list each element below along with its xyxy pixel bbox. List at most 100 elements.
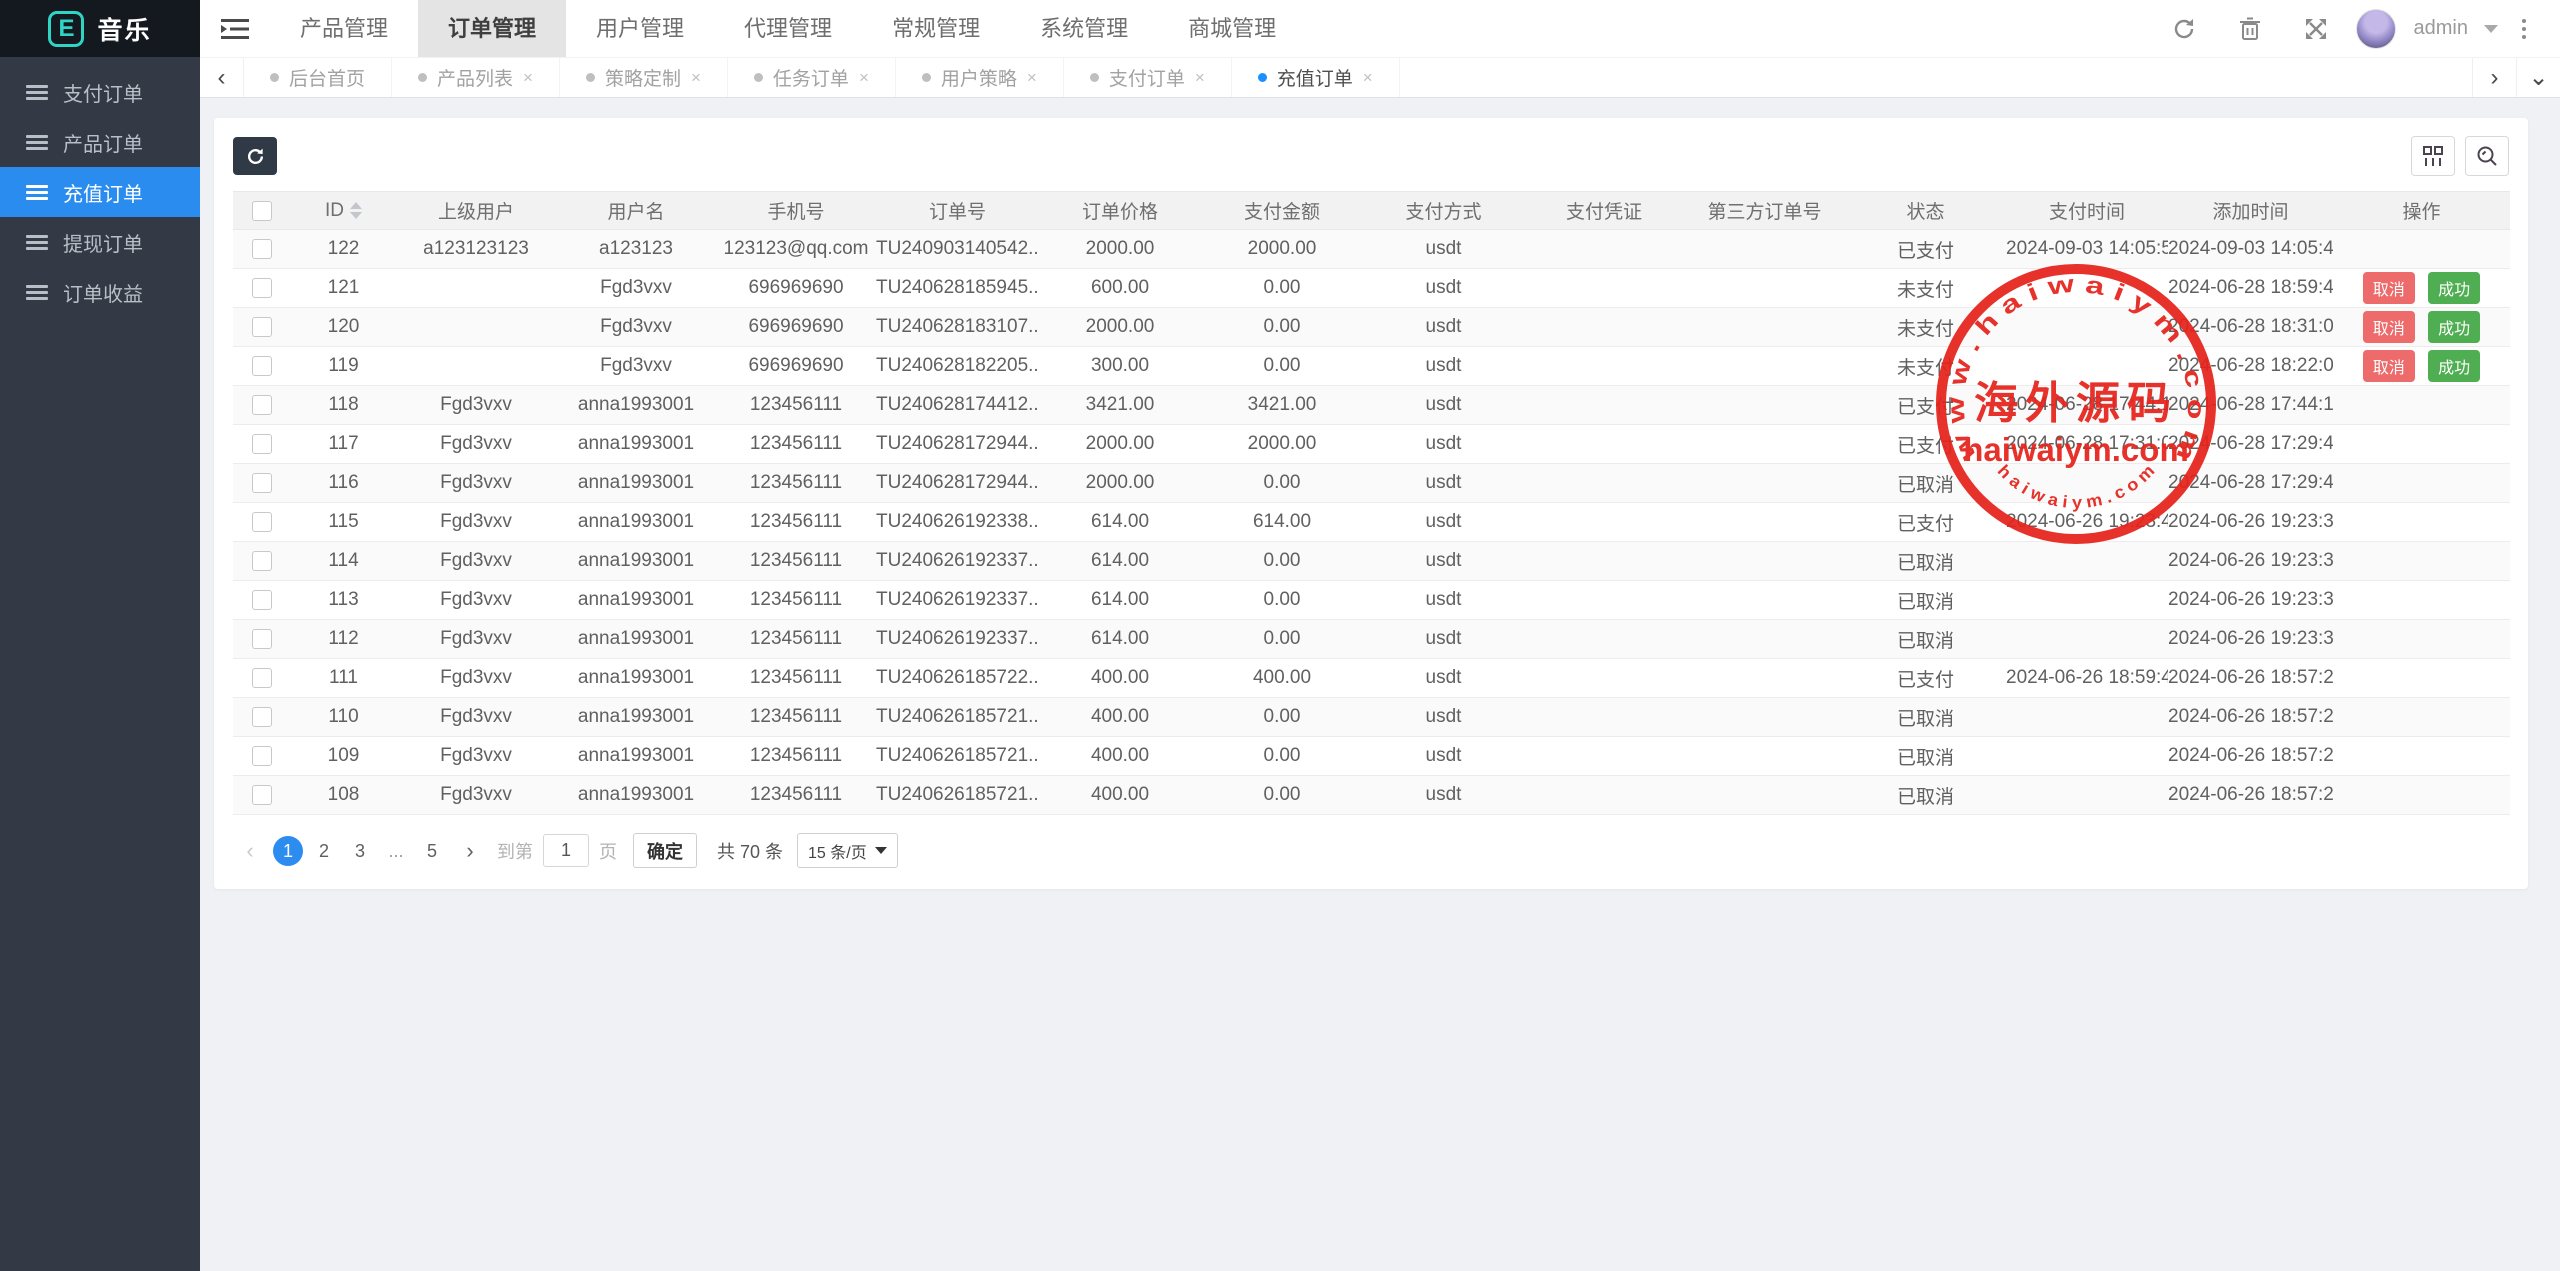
table-row: 117 Fgd3vxv anna1993001 123456111 TU2406…	[233, 425, 2510, 464]
cell-amount: 0.00	[1201, 698, 1363, 737]
sidebar-item[interactable]: 产品订单	[0, 117, 200, 167]
row-checkbox[interactable]	[252, 668, 272, 688]
cell-third-no	[1684, 386, 1845, 425]
select-all-checkbox[interactable]	[252, 201, 272, 221]
tab[interactable]: 任务订单 ×	[728, 58, 896, 97]
sidebar-item[interactable]: 提现订单	[0, 217, 200, 267]
tab[interactable]: 充值订单 ×	[1232, 58, 1400, 97]
tab[interactable]: 用户策略 ×	[896, 58, 1064, 97]
cell-phone: 123456111	[716, 386, 876, 425]
nav-item[interactable]: 用户管理	[566, 0, 714, 57]
cell-amount: 614.00	[1201, 503, 1363, 542]
success-button[interactable]: 成功	[2428, 311, 2480, 343]
tab[interactable]: 产品列表 ×	[392, 58, 560, 97]
row-checkbox[interactable]	[252, 317, 272, 337]
prev-page-icon[interactable]: ‹	[233, 838, 267, 864]
confirm-page-button[interactable]: 确定	[633, 833, 697, 868]
page-number[interactable]: 2	[309, 836, 339, 866]
row-checkbox[interactable]	[252, 473, 272, 493]
tabs-scroll-right-icon[interactable]: ›	[2472, 58, 2516, 97]
cell-id: 117	[291, 425, 396, 464]
page-number[interactable]: 5	[417, 836, 447, 866]
fullscreen-icon[interactable]	[2290, 9, 2342, 49]
trash-icon[interactable]	[2224, 9, 2276, 49]
success-button[interactable]: 成功	[2428, 350, 2480, 382]
page-number[interactable]: ...	[381, 836, 411, 866]
per-page-select[interactable]: 15 条/页	[797, 833, 898, 868]
cell-pay-time	[2006, 308, 2168, 347]
nav-item[interactable]: 商城管理	[1158, 0, 1306, 57]
row-checkbox[interactable]	[252, 785, 272, 805]
row-checkbox[interactable]	[252, 434, 272, 454]
col-method: 支付方式	[1363, 192, 1524, 230]
cell-status: 已取消	[1845, 620, 2006, 659]
cell-parent: Fgd3vxv	[396, 542, 556, 581]
nav-item[interactable]: 订单管理	[418, 0, 566, 57]
cell-actions	[2333, 776, 2510, 815]
cell-actions	[2333, 542, 2510, 581]
username-label[interactable]: admin	[2414, 17, 2468, 40]
row-checkbox[interactable]	[252, 629, 272, 649]
search-button[interactable]	[2465, 136, 2509, 176]
row-checkbox[interactable]	[252, 551, 272, 571]
nav-item[interactable]: 产品管理	[270, 0, 418, 57]
row-checkbox[interactable]	[252, 707, 272, 727]
refresh-table-button[interactable]	[233, 137, 277, 175]
sort-icon[interactable]	[350, 202, 362, 219]
chevron-down-icon[interactable]	[2484, 25, 2498, 33]
cell-username: Fgd3vxv	[556, 269, 716, 308]
sidebar-item[interactable]: 支付订单	[0, 67, 200, 117]
sidebar-item[interactable]: 充值订单	[0, 167, 200, 217]
page-number[interactable]: 1	[273, 836, 303, 866]
cell-method: usdt	[1363, 776, 1524, 815]
toggle-columns-button[interactable]	[2411, 136, 2455, 176]
cancel-button[interactable]: 取消	[2363, 350, 2415, 382]
sidebar-collapse-icon[interactable]	[200, 0, 270, 57]
cell-phone: 696969690	[716, 308, 876, 347]
sidebar-item[interactable]: 订单收益	[0, 267, 200, 317]
goto-page-input[interactable]	[543, 834, 589, 867]
sidebar: E 音乐 支付订单 产品订单 充值订单 提现订单	[0, 0, 200, 1271]
next-page-icon[interactable]: ›	[453, 838, 487, 864]
cell-order-no: TU240626185721...	[876, 698, 1039, 737]
row-checkbox[interactable]	[252, 395, 272, 415]
nav-item[interactable]: 系统管理	[1010, 0, 1158, 57]
kebab-menu-icon[interactable]	[2512, 19, 2536, 39]
row-checkbox[interactable]	[252, 512, 272, 532]
cell-phone: 123456111	[716, 464, 876, 503]
tab-close-icon[interactable]: ×	[1195, 68, 1205, 88]
cancel-button[interactable]: 取消	[2363, 311, 2415, 343]
cell-phone: 123123@qq.com	[716, 230, 876, 269]
cell-method: usdt	[1363, 659, 1524, 698]
tab[interactable]: 后台首页	[244, 58, 392, 97]
avatar[interactable]	[2356, 9, 2396, 49]
row-checkbox[interactable]	[252, 590, 272, 610]
col-phone: 手机号	[716, 192, 876, 230]
tab-close-icon[interactable]: ×	[523, 68, 533, 88]
app-logo: E 音乐	[0, 0, 200, 57]
row-checkbox[interactable]	[252, 746, 272, 766]
cell-parent	[396, 347, 556, 386]
page-number[interactable]: 3	[345, 836, 375, 866]
nav-item[interactable]: 代理管理	[714, 0, 862, 57]
row-checkbox[interactable]	[252, 278, 272, 298]
tab-close-icon[interactable]: ×	[859, 68, 869, 88]
success-button[interactable]: 成功	[2428, 272, 2480, 304]
cell-order-no: TU240626192338...	[876, 503, 1039, 542]
row-checkbox[interactable]	[252, 239, 272, 259]
cell-voucher	[1524, 230, 1684, 269]
tab[interactable]: 策略定制 ×	[560, 58, 728, 97]
cancel-button[interactable]: 取消	[2363, 272, 2415, 304]
tab-close-icon[interactable]: ×	[691, 68, 701, 88]
cell-method: usdt	[1363, 698, 1524, 737]
refresh-icon[interactable]	[2158, 9, 2210, 49]
tabs-dropdown-icon[interactable]: ⌄	[2516, 58, 2560, 97]
cell-third-no	[1684, 620, 1845, 659]
tab-close-icon[interactable]: ×	[1027, 68, 1037, 88]
nav-item[interactable]: 常规管理	[862, 0, 1010, 57]
tab-close-icon[interactable]: ×	[1363, 68, 1373, 88]
cell-username: anna1993001	[556, 581, 716, 620]
tabs-scroll-left-icon[interactable]: ‹	[200, 58, 244, 97]
tab[interactable]: 支付订单 ×	[1064, 58, 1232, 97]
row-checkbox[interactable]	[252, 356, 272, 376]
